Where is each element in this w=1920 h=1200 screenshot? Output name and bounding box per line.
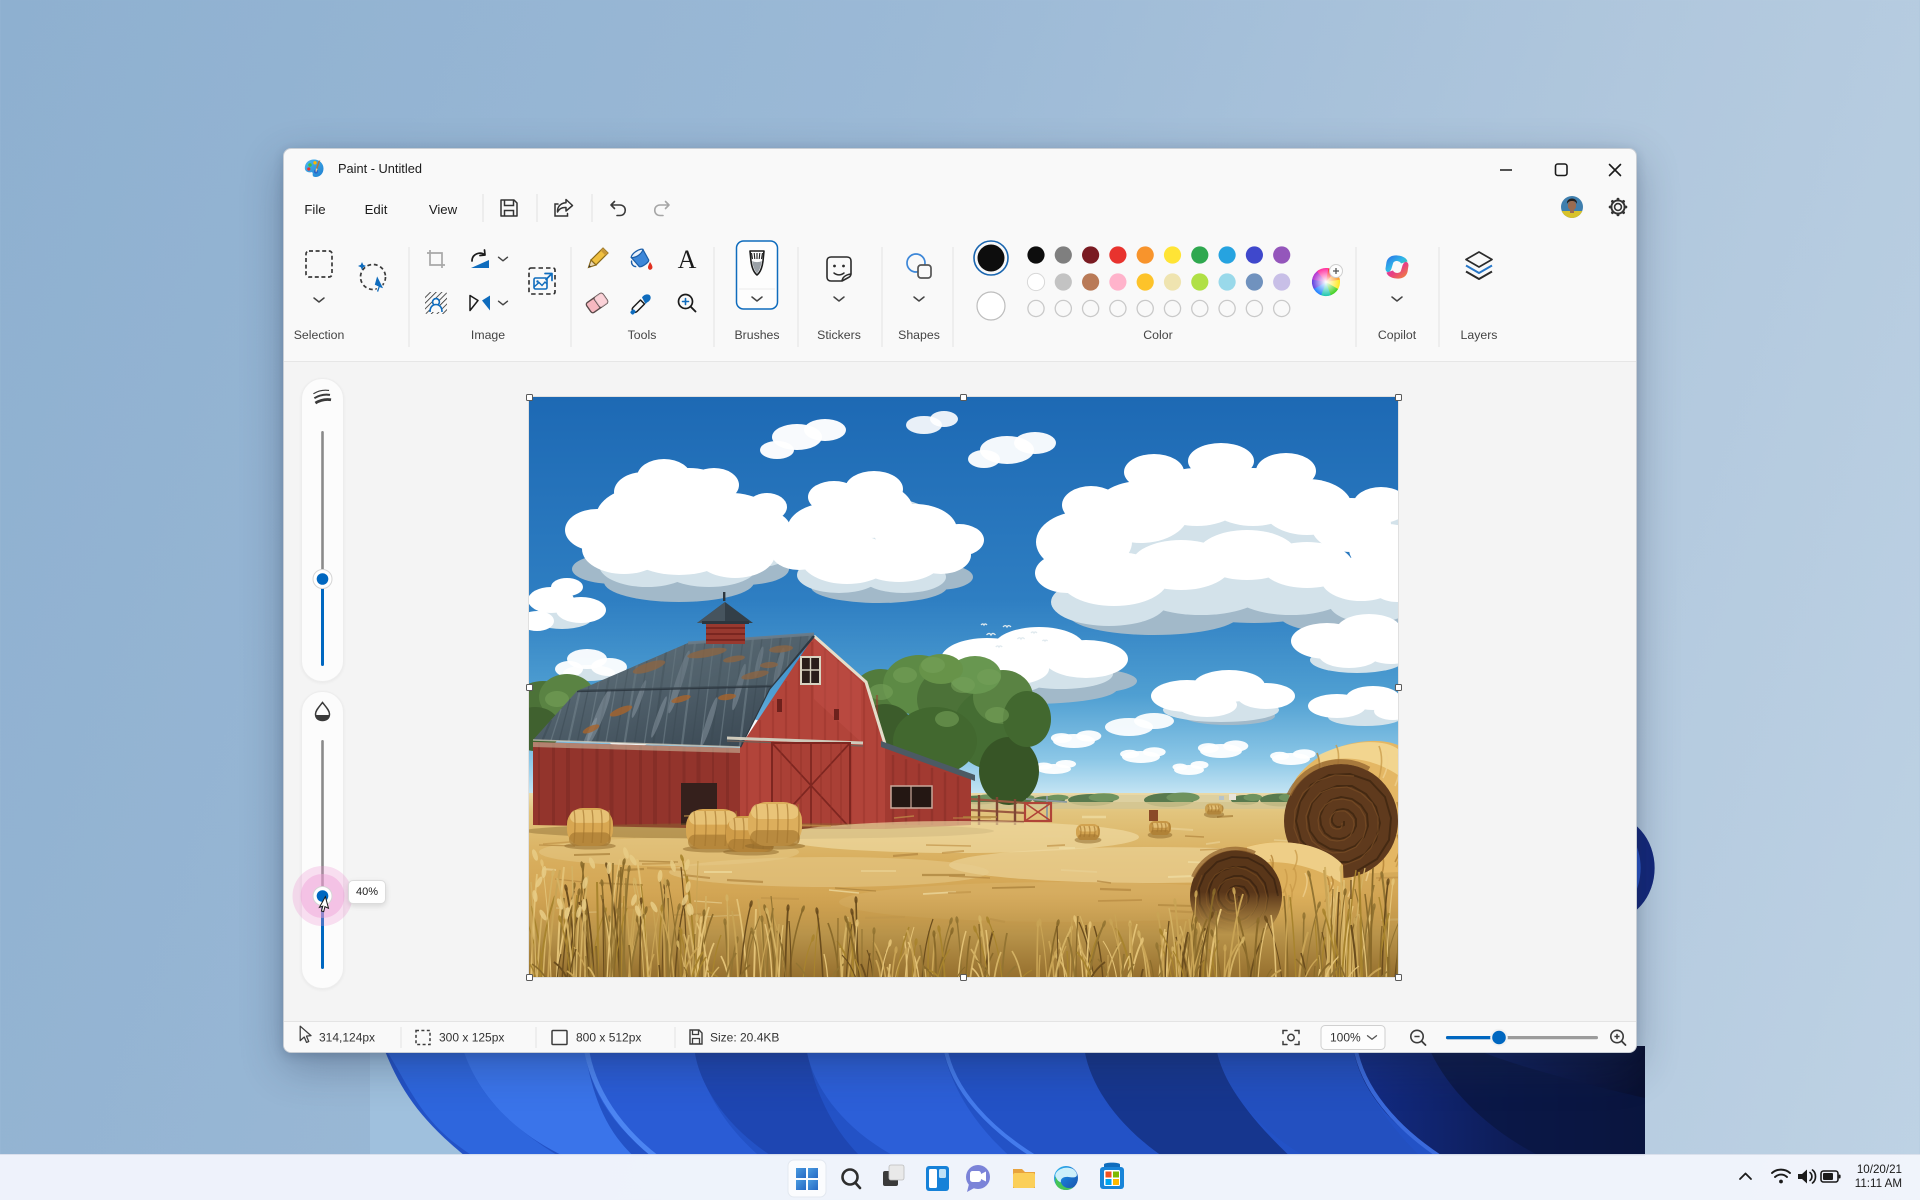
svg-text:Layers: Layers	[1461, 328, 1498, 342]
svg-text:800 x 512px: 800 x 512px	[576, 1031, 641, 1045]
svg-text:Shapes: Shapes	[898, 328, 940, 342]
svg-text:Color: Color	[1143, 328, 1172, 342]
svg-text:100%: 100%	[1330, 1031, 1361, 1045]
svg-text:314,124px: 314,124px	[319, 1031, 375, 1045]
svg-text:Image: Image	[471, 328, 505, 342]
svg-text:A: A	[678, 245, 697, 274]
svg-text:Size: 20.4KB: Size: 20.4KB	[710, 1031, 779, 1045]
svg-text:Tools: Tools	[628, 328, 657, 342]
svg-text:Copilot: Copilot	[1378, 328, 1417, 342]
svg-text:Brushes: Brushes	[734, 328, 779, 342]
svg-text:300 x 125px: 300 x 125px	[439, 1031, 504, 1045]
svg-text:Stickers: Stickers	[817, 328, 861, 342]
svg-text:Selection: Selection	[294, 328, 345, 342]
